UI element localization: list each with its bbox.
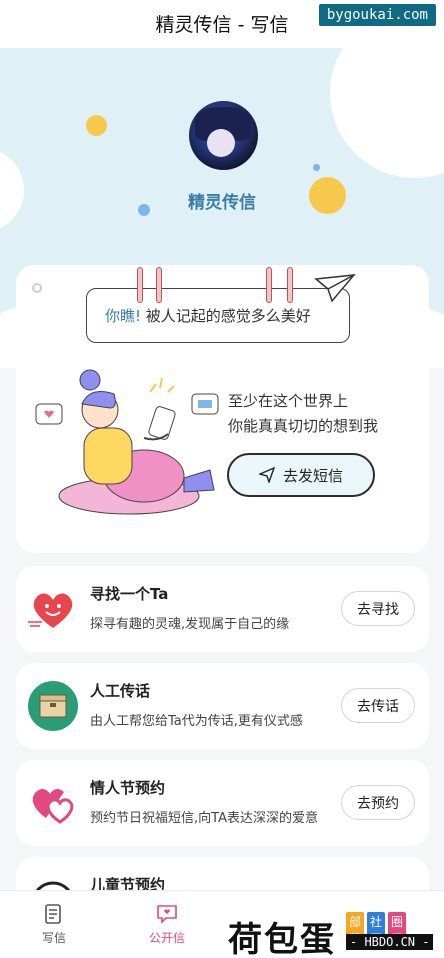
- package-box-icon: [28, 681, 78, 731]
- watermark-label: bygoukai.com: [318, 4, 436, 26]
- item-title: 寻找一个Ta: [90, 585, 169, 603]
- send-sms-label: 去发短信: [282, 466, 343, 485]
- quote-line: 你瞧! 被人记起的感觉多么美好: [105, 305, 311, 326]
- pin-decoration: [156, 267, 162, 303]
- tagline-line-1: 至少在这个世界上: [228, 392, 349, 410]
- quote-box: 你瞧! 被人记起的感觉多么美好: [86, 288, 350, 343]
- app-name: 精灵传信: [188, 193, 256, 213]
- tagline-line-2: 你能真真切切的想到我: [228, 417, 379, 435]
- double-heart-icon: [32, 788, 74, 824]
- tab-open-letter[interactable]: 公开信: [137, 903, 197, 946]
- avatar-face: [207, 129, 235, 157]
- avatar[interactable]: [189, 101, 258, 170]
- paper-plane-icon: [314, 274, 356, 303]
- brand-domain: - HBDO.CN -: [346, 934, 434, 950]
- message-bubble-icon: [157, 905, 177, 924]
- list-item-find[interactable]: 寻找一个Ta 探寻有趣的灵魂,发现属于自己的缘 去寻找: [16, 566, 429, 652]
- girl-with-phone-illustration: [35, 369, 219, 515]
- list-item-valentine[interactable]: 情人节预约 预约节日祝福短信,向TA表达深深的爱意 去预约: [16, 760, 429, 846]
- brand-name: 荷包蛋: [228, 920, 336, 958]
- tab-write[interactable]: 写信: [24, 903, 84, 946]
- tab-open-letter-label: 公开信: [148, 931, 185, 945]
- main-card: 你瞧! 被人记起的感觉多么美好 至少在这个世界上 你能真真切切的想到我 去发短信: [16, 265, 429, 553]
- tab-write-label: 写信: [41, 931, 66, 945]
- pin-decoration: [266, 267, 272, 303]
- brand-watermark: 荷包蛋 部落 社区 圈子 - HBDO.CN -: [228, 912, 434, 958]
- write-letter-icon: [45, 904, 61, 924]
- pin-decoration: [137, 267, 143, 303]
- decor-dot: [86, 115, 107, 136]
- relay-button[interactable]: 去传话: [341, 688, 415, 723]
- item-desc: 由人工帮您给Ta代为传话,更有仪式感: [90, 714, 303, 729]
- send-icon: [258, 467, 275, 483]
- item-title: 情人节预约: [90, 779, 166, 797]
- item-title: 人工传话: [90, 682, 151, 700]
- item-desc: 预约节日祝福短信,向TA表达深深的爱意: [90, 811, 318, 826]
- quote-text: 被人记起的感觉多么美好: [145, 307, 311, 325]
- find-button[interactable]: 去寻找: [341, 591, 415, 626]
- heart-face-icon: [28, 593, 73, 628]
- decor-ring: [32, 283, 42, 293]
- item-desc: 探寻有趣的灵魂,发现属于自己的缘: [90, 617, 290, 632]
- quote-accent: 你瞧!: [105, 307, 142, 325]
- valentine-button[interactable]: 去预约: [341, 785, 415, 820]
- pin-decoration: [287, 267, 293, 303]
- list-item-relay[interactable]: 人工传话 由人工帮您给Ta代为传话,更有仪式感 去传话: [16, 663, 429, 749]
- decor-blob: [330, 48, 444, 178]
- decor-dot: [313, 164, 320, 171]
- tagline: 至少在这个世界上 你能真真切切的想到我: [228, 389, 378, 439]
- send-sms-button[interactable]: 去发短信: [227, 453, 375, 497]
